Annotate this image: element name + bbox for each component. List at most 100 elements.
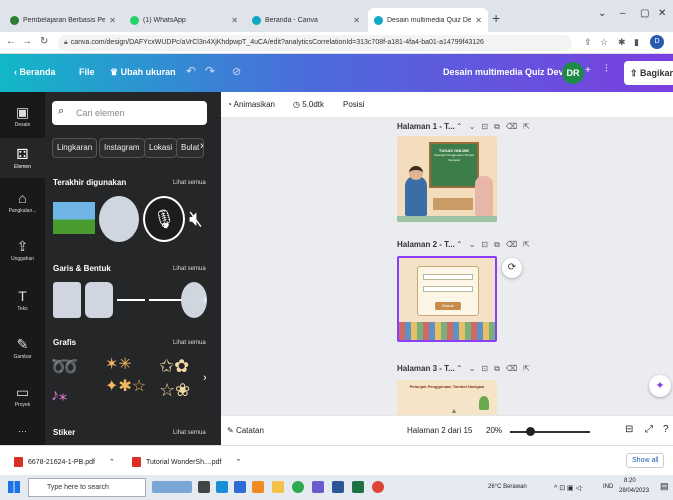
chevron-down-icon[interactable]: ⌄: [469, 122, 482, 131]
see-all-link[interactable]: Lihat semua: [173, 266, 206, 272]
cloud-saved-icon[interactable]: ⊘: [232, 65, 241, 78]
page-label[interactable]: Halaman 1 - T...: [397, 122, 455, 131]
refresh-icon[interactable]: ⟳: [502, 258, 522, 278]
trash-icon[interactable]: ⌫: [506, 240, 523, 249]
file-menu[interactable]: File: [79, 67, 95, 77]
notes-button[interactable]: ✎ Catatan: [227, 426, 264, 435]
undo-icon[interactable]: ↶: [186, 64, 196, 78]
chevron-down-icon[interactable]: ⌄: [469, 240, 482, 249]
resize-button[interactable]: ♛ Ubah ukuran: [110, 67, 176, 78]
add-page-icon[interactable]: ⇱: [523, 122, 536, 131]
lock-icon[interactable]: ⊡: [481, 240, 494, 249]
maximize-icon[interactable]: ▢: [640, 8, 649, 19]
page-thumbnail[interactable]: TUGAS ONLINE Petunjuk Penggunaan Tombol …: [397, 136, 497, 222]
page-toolbar[interactable]: ⌃⌄⊡⧉⌫⇱: [456, 122, 536, 132]
show-all-button[interactable]: Show all: [626, 453, 665, 468]
new-tab-button[interactable]: +: [492, 10, 500, 26]
download-item[interactable]: 6678-21624-1-PB.pdf ⌃: [14, 457, 115, 467]
zoom-value[interactable]: 20%: [486, 426, 502, 435]
star-icon[interactable]: ☆: [600, 37, 608, 48]
chevron-up-icon[interactable]: ⌃: [456, 364, 469, 373]
language-indicator[interactable]: IND: [603, 484, 613, 490]
minimize-icon[interactable]: –: [620, 8, 626, 19]
share-page-icon[interactable]: ⇪: [584, 37, 592, 48]
add-collaborator-icon[interactable]: +: [585, 65, 591, 76]
store-icon[interactable]: [234, 481, 246, 493]
rail-item-draw[interactable]: ✎ Gambar: [0, 336, 45, 370]
close-icon[interactable]: ✕: [475, 16, 482, 25]
page-thumbnail[interactable]: Petunjuk Penggunaan Tombol Navigasi: [397, 380, 497, 415]
clock-date[interactable]: 28/04/2023: [619, 488, 649, 494]
chevron-up-icon[interactable]: ⌃: [456, 240, 469, 249]
chrome-active-icon[interactable]: [372, 481, 384, 493]
rail-item-design[interactable]: ▣ Desain: [0, 100, 45, 134]
chip-lokasi[interactable]: Lokasi: [144, 138, 178, 158]
arrow-line-thumbnail[interactable]: [149, 299, 183, 301]
canvas-area[interactable]: Halaman 1 - T... ⌃⌄⊡⧉⌫⇱ TUGAS ONLINE Pet…: [221, 118, 673, 415]
close-icon[interactable]: ✕: [353, 16, 360, 25]
fullscreen-icon[interactable]: ⤢: [645, 424, 653, 435]
line-shape-thumbnail[interactable]: [117, 299, 145, 301]
duration-button[interactable]: ◷ 5.0dtk: [293, 100, 324, 109]
duplicate-icon[interactable]: ⧉: [494, 122, 506, 131]
firefox-icon[interactable]: [252, 481, 264, 493]
mute-speaker-icon[interactable]: 🔇︎: [189, 196, 219, 242]
chevron-right-icon[interactable]: ›: [203, 372, 207, 384]
browser-tab[interactable]: Pembelajaran Berbasis Permainan ✕: [4, 8, 122, 32]
see-all-link[interactable]: Lihat semua: [173, 430, 206, 436]
windows-start-icon[interactable]: [8, 481, 20, 493]
circle-shape-thumbnail[interactable]: [99, 196, 139, 242]
close-window-icon[interactable]: ✕: [658, 8, 666, 19]
page-label[interactable]: Halaman 3 - T...: [397, 364, 455, 373]
forward-icon[interactable]: →: [22, 36, 32, 47]
download-item[interactable]: Tutorial WonderSh....pdf ⌃: [132, 457, 241, 467]
sidepanel-icon[interactable]: ▮: [634, 37, 639, 48]
trash-icon[interactable]: ⌫: [506, 364, 523, 373]
avatar[interactable]: DR: [562, 62, 584, 84]
search-input[interactable]: ⌕ Cari elemen: [52, 101, 207, 125]
magic-sparkle-icon[interactable]: ✦: [649, 375, 671, 397]
chevron-up-icon[interactable]: ⌃: [109, 459, 115, 466]
rail-item-projects[interactable]: ▭ Proyek: [0, 384, 45, 418]
rounded-square-shape-thumbnail[interactable]: [85, 282, 113, 318]
extensions-icon[interactable]: ✱: [618, 37, 626, 48]
back-home-button[interactable]: ‹ Beranda: [14, 67, 56, 77]
rail-item-elements[interactable]: ⚃ Elemen: [0, 138, 45, 178]
help-icon[interactable]: ?: [663, 424, 669, 435]
duplicate-icon[interactable]: ⧉: [494, 364, 506, 373]
chrome-icon[interactable]: [292, 481, 304, 493]
insights-icon[interactable]: ⫶: [605, 63, 608, 76]
lock-icon[interactable]: ⊡: [481, 364, 494, 373]
lock-icon[interactable]: ⊡: [481, 122, 494, 131]
chevron-down-icon[interactable]: ⌄: [598, 8, 606, 19]
see-all-link[interactable]: Lihat semua: [173, 180, 206, 186]
excel-icon[interactable]: [352, 481, 364, 493]
page-toolbar[interactable]: ⌃⌄⊡⧉⌫⇱: [456, 240, 536, 250]
add-page-icon[interactable]: ⇱: [523, 240, 536, 249]
animate-button[interactable]: ◔ Animasikan: [227, 100, 275, 109]
reload-icon[interactable]: ↻: [40, 36, 48, 47]
browser-profile-avatar[interactable]: D: [650, 35, 664, 49]
stars-graphic-thumbnail[interactable]: ✶✳ ✦✱☆: [105, 354, 157, 404]
page-toolbar[interactable]: ⌃⌄⊡⧉⌫⇱: [456, 364, 536, 374]
doodle-graphic-thumbnail[interactable]: ➿ ♪⁎: [51, 354, 103, 404]
tray-icons[interactable]: ^ ⊡ ▣ ◁ᐧ: [554, 484, 583, 492]
close-icon[interactable]: ✕: [231, 16, 238, 25]
zoom-slider-handle[interactable]: [526, 427, 535, 436]
canvas-scroll-up-icon[interactable]: ▴: [452, 406, 456, 415]
chevron-up-icon[interactable]: ⌃: [456, 122, 469, 131]
chevron-up-icon[interactable]: ⌃: [235, 459, 241, 466]
address-bar[interactable]: 🔒︎ canva.com/design/DAFYcxWUDPc/aVrCl3n4X…: [58, 35, 572, 51]
chevron-right-icon[interactable]: ›: [200, 140, 204, 152]
zoom-slider[interactable]: [510, 431, 590, 433]
task-view-icon[interactable]: [198, 481, 210, 493]
browser-tab[interactable]: Beranda - Canva ✕: [246, 8, 366, 32]
page-thumbnail-selected[interactable]: Masuk: [397, 256, 497, 342]
chevron-right-icon[interactable]: ›: [203, 294, 207, 306]
rail-item-text[interactable]: T Teks: [0, 288, 45, 322]
rail-item-brand[interactable]: ⌂ Pangkalan...: [0, 190, 45, 224]
see-all-link[interactable]: Lihat semua: [173, 340, 206, 346]
mute-mic-icon[interactable]: 🎙︎: [143, 196, 185, 242]
rail-item-uploads[interactable]: ⇪ Unggahan: [0, 238, 45, 272]
grid-view-icon[interactable]: ⊟: [625, 424, 633, 435]
